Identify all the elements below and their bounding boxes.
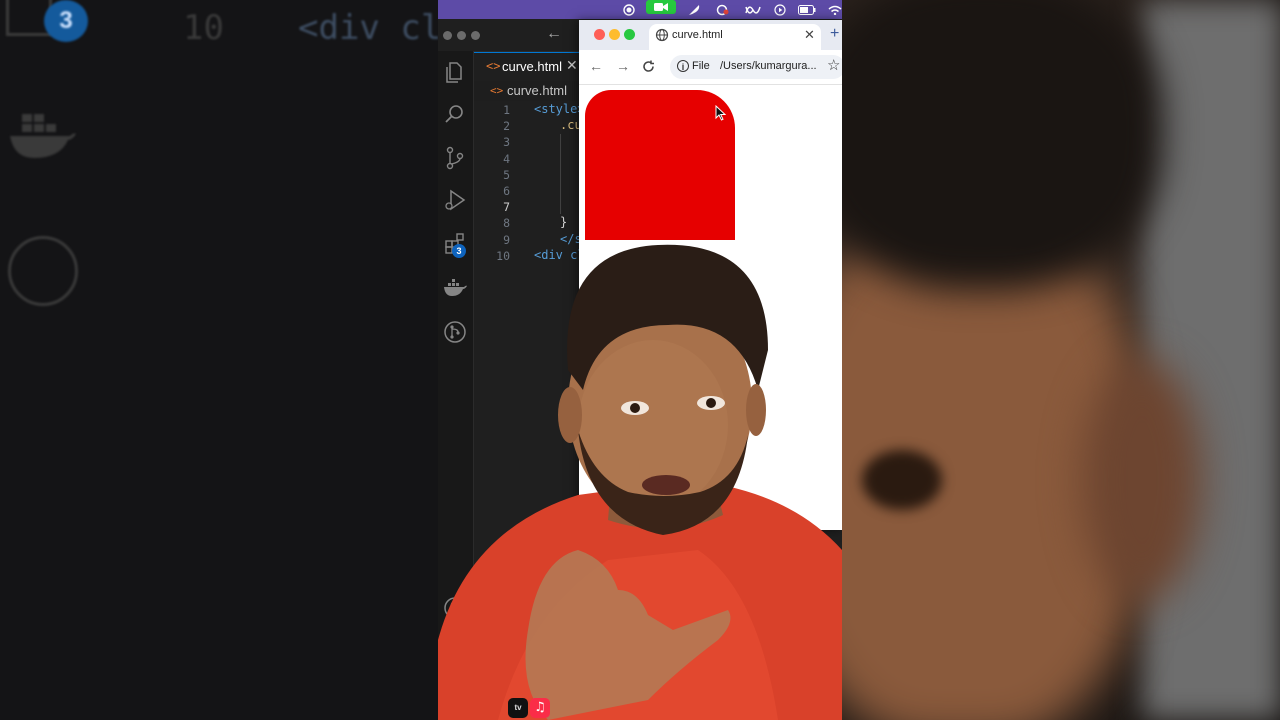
window-close-dot[interactable] bbox=[443, 31, 452, 40]
window-zoom-dot[interactable] bbox=[471, 31, 480, 40]
line-number: 1 bbox=[503, 103, 510, 117]
html-file-icon: <> bbox=[490, 84, 504, 97]
browser-close-dot[interactable] bbox=[594, 29, 605, 40]
meta-icon[interactable] bbox=[744, 0, 762, 19]
apple-tv-icon[interactable]: tv bbox=[508, 698, 528, 718]
browser-back-icon[interactable]: ← bbox=[589, 58, 603, 74]
line-number: 3 bbox=[503, 135, 510, 149]
play-icon[interactable] bbox=[772, 0, 788, 19]
line-number: 5 bbox=[503, 168, 510, 182]
tab-close-icon[interactable]: ✕ bbox=[566, 57, 578, 74]
code-line-8: } bbox=[560, 215, 568, 229]
mouse-cursor-icon bbox=[715, 105, 727, 121]
right-blurred-background bbox=[842, 0, 1280, 720]
address-bar[interactable]: i File /Users/kumargura... bbox=[670, 55, 842, 79]
reload-icon[interactable] bbox=[642, 60, 655, 73]
curved-red-box bbox=[585, 90, 735, 240]
html-file-icon: <> bbox=[486, 59, 501, 73]
browser-toolbar: ← → i File /Users/kumargura... ☆ bbox=[579, 50, 842, 85]
bookmark-star-icon[interactable]: ☆ bbox=[827, 56, 840, 74]
explorer-icon[interactable] bbox=[442, 59, 468, 85]
blurred-eye bbox=[862, 450, 942, 510]
line-number: 8 bbox=[503, 216, 510, 230]
left-blurred-background: 3 10 <div cl bbox=[0, 0, 438, 720]
browser-tab-strip: curve.html ✕ + bbox=[579, 20, 842, 50]
globe-icon bbox=[655, 28, 669, 42]
blurred-badge: 3 bbox=[44, 0, 88, 42]
record-icon[interactable] bbox=[622, 0, 636, 19]
music-icon[interactable]: ♫ bbox=[530, 698, 550, 718]
info-icon[interactable]: i bbox=[677, 60, 689, 72]
back-arrow-icon[interactable]: ← bbox=[546, 25, 562, 43]
run-debug-icon[interactable] bbox=[442, 187, 468, 213]
creative-cloud-icon[interactable] bbox=[714, 0, 732, 19]
presenter-video bbox=[438, 244, 842, 720]
breadcrumb-file[interactable]: curve.html bbox=[507, 83, 567, 98]
facetime-icon[interactable] bbox=[646, 0, 676, 14]
browser-tab-curve[interactable]: curve.html ✕ bbox=[649, 24, 821, 50]
code-line-1: <style> bbox=[534, 102, 585, 116]
mac-menubar bbox=[438, 0, 842, 19]
blurred-code: <div cl bbox=[298, 8, 438, 48]
blurred-git-icon bbox=[8, 236, 78, 306]
browser-tab-close-icon[interactable]: ✕ bbox=[804, 27, 815, 43]
tab-curve-html[interactable]: <> curve.html ✕ bbox=[474, 52, 582, 81]
battery-icon bbox=[798, 0, 816, 19]
line-number: 6 bbox=[503, 184, 510, 198]
wifi-icon[interactable] bbox=[828, 0, 842, 19]
blurred-line-number: 10 bbox=[183, 8, 224, 48]
source-control-icon[interactable] bbox=[442, 145, 468, 171]
line-number-active: 7 bbox=[503, 200, 510, 214]
line-number: 2 bbox=[503, 119, 510, 133]
browser-zoom-dot[interactable] bbox=[624, 29, 635, 40]
file-scheme-label: File bbox=[692, 60, 710, 72]
blurred-docker-icon bbox=[10, 114, 76, 158]
new-tab-icon[interactable]: + bbox=[830, 25, 839, 43]
browser-minimize-dot[interactable] bbox=[609, 29, 620, 40]
tab-label: curve.html bbox=[502, 59, 562, 74]
blurred-hair bbox=[842, 0, 1162, 290]
line-number: 4 bbox=[503, 152, 510, 166]
browser-tab-title: curve.html bbox=[672, 29, 723, 41]
window-minimize-dot[interactable] bbox=[457, 31, 466, 40]
browser-forward-icon[interactable]: → bbox=[616, 58, 630, 74]
url-text: /Users/kumargura... bbox=[720, 60, 817, 72]
feather-icon[interactable] bbox=[686, 0, 702, 19]
search-icon[interactable] bbox=[442, 101, 468, 127]
screen-recording: ← 3 <> curve.html ✕ <> curve.html 1 2 3 … bbox=[438, 0, 842, 720]
